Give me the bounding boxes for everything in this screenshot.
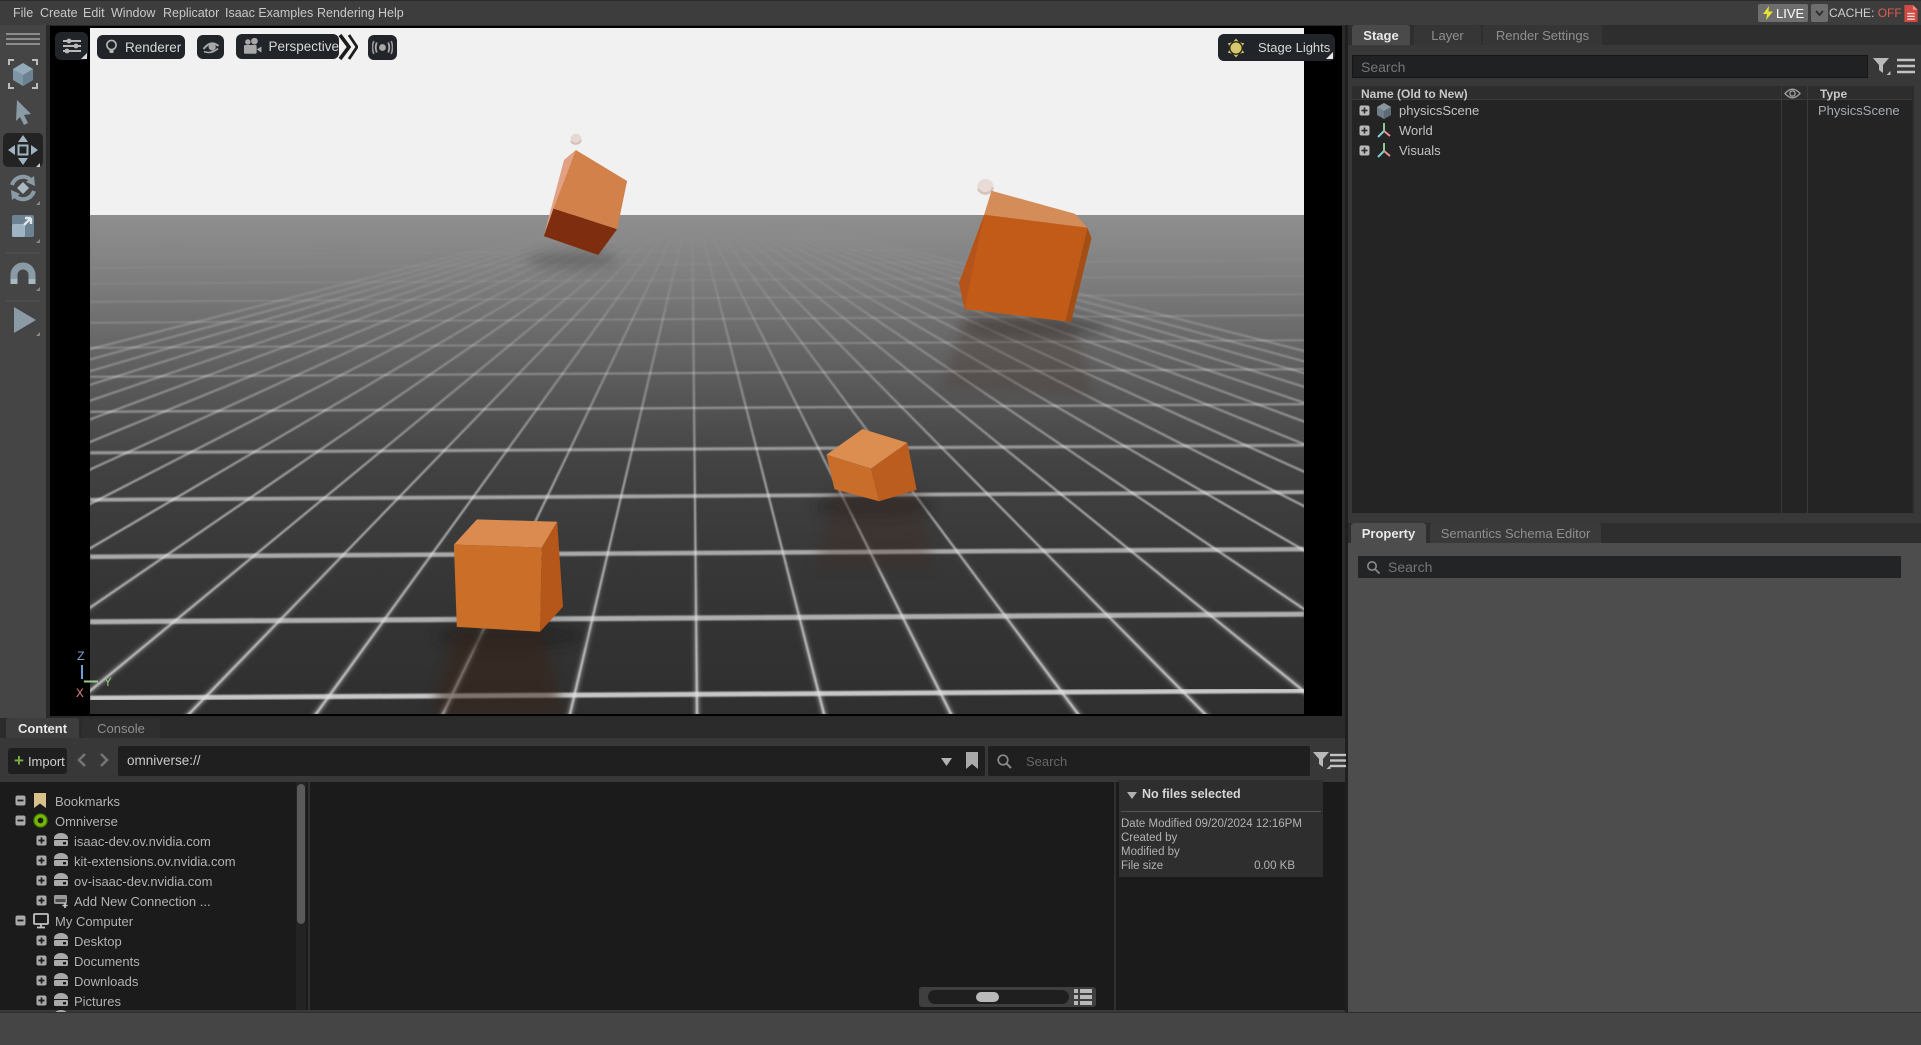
svg-text:X: X	[76, 686, 84, 701]
svg-text:Z: Z	[77, 649, 85, 664]
svg-text:Y: Y	[104, 675, 112, 690]
